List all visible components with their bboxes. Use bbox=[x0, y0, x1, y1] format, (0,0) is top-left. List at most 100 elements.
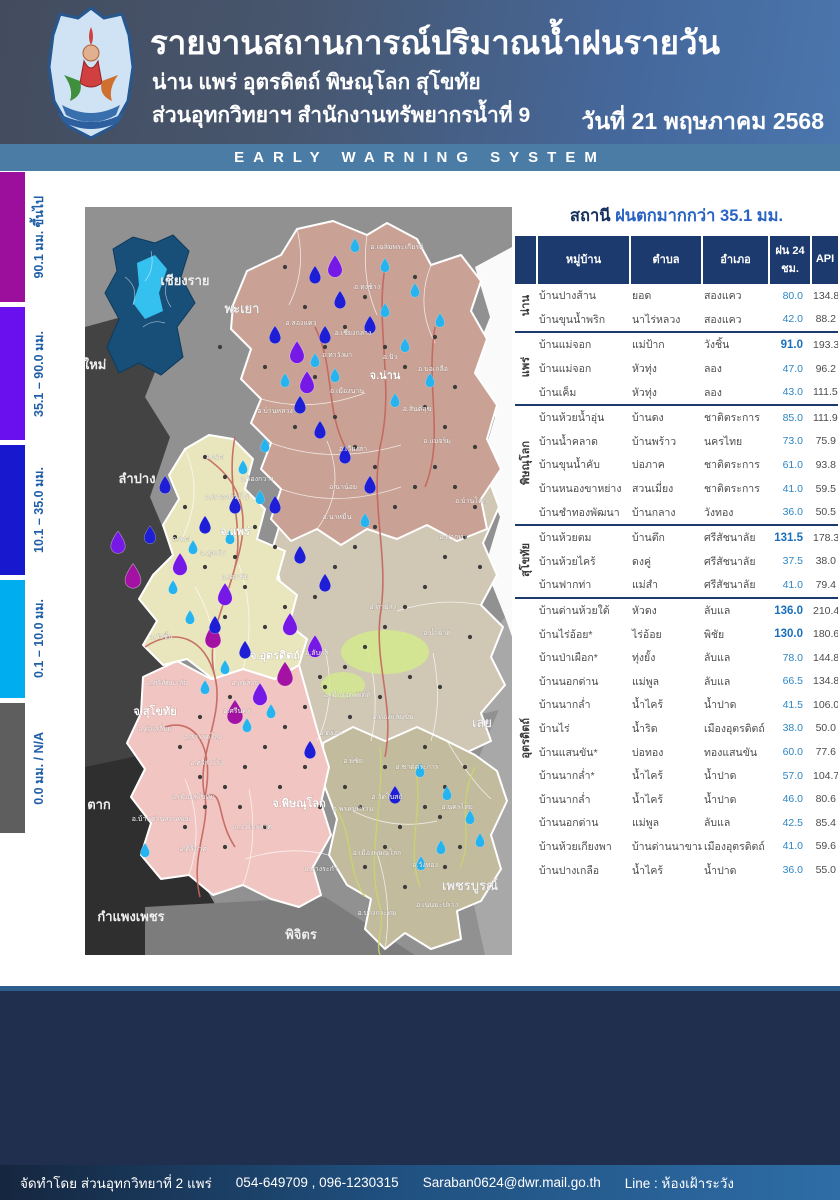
station-dot bbox=[238, 805, 242, 809]
legend-swatch bbox=[0, 703, 25, 833]
api-cell: 77.6 bbox=[811, 740, 838, 764]
station-dot bbox=[423, 745, 427, 749]
district-label: อ.ทองแสนขัน bbox=[372, 713, 414, 721]
station-dot bbox=[313, 375, 317, 379]
table-row: บ้านหนองขาหย่างสวนเมี่ยงชาติตระการ41.059… bbox=[515, 477, 838, 501]
district-label: อ.บ้านโคก bbox=[455, 496, 487, 505]
station-dot bbox=[293, 425, 297, 429]
report-header: รายงานสถานการณ์ปริมาณน้ำฝนรายวัน น่าน แพ… bbox=[0, 0, 840, 144]
village-cell: บ้านนากล่ำ* bbox=[537, 764, 630, 788]
table-column-header: ตำบล bbox=[630, 236, 702, 283]
district-label: อ.ท่าปลา bbox=[369, 604, 396, 611]
tambon-cell: หัวทุ่ง bbox=[630, 357, 702, 381]
station-dot bbox=[463, 765, 467, 769]
station-dot bbox=[243, 765, 247, 769]
station-dot bbox=[383, 845, 387, 849]
legend-label: 90.1 มม. ขึ้นไป bbox=[26, 172, 52, 302]
rain24h-cell: 46.0 bbox=[769, 787, 811, 811]
legend-label: 10.1 – 35.0 มม. bbox=[26, 445, 52, 575]
station-dot bbox=[223, 785, 227, 789]
table-row: บ้านแม่จอกหัวทุ่งลอง47.096.2 bbox=[515, 357, 838, 381]
station-dot bbox=[178, 745, 182, 749]
village-cell: บ้านห้วยน้ำอุ่น bbox=[537, 405, 630, 430]
station-dot bbox=[183, 505, 187, 509]
rain24h-cell: 91.0 bbox=[769, 332, 811, 357]
tambon-cell: ไร่อ้อย bbox=[630, 622, 702, 646]
tambon-cell: น้ำไคร้ bbox=[630, 787, 702, 811]
station-dot bbox=[203, 805, 207, 809]
rain24h-cell: 41.0 bbox=[769, 477, 811, 501]
district-label: อ.ตรอน bbox=[319, 730, 343, 737]
province-group-label: อุตรดิตถ์ bbox=[515, 598, 537, 882]
station-dot bbox=[243, 585, 247, 589]
district-label: อ.เด่นชัย bbox=[222, 573, 249, 581]
rain24h-cell: 41.5 bbox=[769, 693, 811, 717]
tambon-cell: หัวดง bbox=[630, 598, 702, 623]
station-dot bbox=[263, 745, 267, 749]
station-dot bbox=[443, 865, 447, 869]
table-row: บ้านนอกด่านแม่พูลลับแล42.585.4 bbox=[515, 811, 838, 835]
station-dot bbox=[353, 545, 357, 549]
early-warning-banner: EARLY WARNING SYSTEM bbox=[0, 144, 840, 171]
district-label: อ.ลอง bbox=[172, 536, 190, 543]
amphoe-cell: น้ำปาด bbox=[702, 693, 769, 717]
province-label: จ.สุโขทัย bbox=[133, 704, 176, 719]
station-dot bbox=[403, 885, 407, 889]
table-row: บ้านแสนขัน*บ่อทองทองแสนขัน60.077.6 bbox=[515, 740, 838, 764]
station-dot bbox=[383, 765, 387, 769]
api-cell: 180.6 bbox=[811, 622, 838, 646]
station-dot bbox=[203, 565, 207, 569]
org-line: ส่วนอุทกวิทยาฯ สำนักงานทรัพยากรน้ำที่ 9 bbox=[152, 99, 582, 132]
station-dot bbox=[363, 865, 367, 869]
tambon-cell: สวนเมี่ยง bbox=[630, 477, 702, 501]
tambon-cell: บ่อภาค bbox=[630, 453, 702, 477]
village-cell: บ้านแม่จอก bbox=[537, 332, 630, 357]
table-row: อุตรดิตถ์บ้านด่านห้วยใต้หัวดงลับแล136.02… bbox=[515, 598, 838, 623]
rain24h-cell: 66.5 bbox=[769, 670, 811, 694]
rain24h-cell: 61.0 bbox=[769, 453, 811, 477]
table-row: บ้านขุนน้ำคับบ่อภาคชาติตระการ61.093.8 bbox=[515, 453, 838, 477]
table-row: บ้านห้วยเกียงพาบ้านด่านนาขามเมืองอุตรดิต… bbox=[515, 835, 838, 859]
tambon-cell: บ้านตึก bbox=[630, 525, 702, 550]
village-cell: บ้านชำทองพัฒนา bbox=[537, 500, 630, 525]
tambon-cell: ทุ่งยั้ง bbox=[630, 646, 702, 670]
station-dot bbox=[443, 425, 447, 429]
api-cell: 134.8 bbox=[811, 283, 838, 308]
station-dot bbox=[408, 675, 412, 679]
neighbor-province-label: เลย bbox=[472, 715, 492, 730]
footer-line-contact: Line : ห้องเฝ้าระวัง bbox=[625, 1172, 734, 1194]
api-cell: 59.6 bbox=[811, 835, 838, 859]
village-cell: บ้านห้วยตม bbox=[537, 525, 630, 550]
district-label: อ.นครไทย bbox=[441, 802, 473, 811]
district-label: อ.เวียงสา bbox=[339, 445, 367, 453]
district-label: อ.บ้านด่านลานหอย bbox=[132, 815, 191, 823]
station-dot bbox=[343, 325, 347, 329]
station-dot bbox=[433, 335, 437, 339]
village-cell: บ้านห้วยเกียงพา bbox=[537, 835, 630, 859]
district-label: อ.บางระกำ bbox=[304, 865, 338, 873]
table-row: บ้านห้วยไคร้ดงคู่ศรีสัชนาลัย37.538.0 bbox=[515, 550, 838, 574]
legend-label: 0.1 – 10.0 มม. bbox=[26, 580, 52, 698]
rain24h-cell: 37.5 bbox=[769, 550, 811, 574]
village-cell: บ้านเค็ม bbox=[537, 380, 630, 405]
footer-made-by: จัดทำโดย ส่วนอุทกวิทยาที่ 2 แพร่ bbox=[20, 1172, 212, 1194]
district-label: อ.เมืองสุโขทัย bbox=[172, 792, 214, 801]
table-row: บ้านเค็มหัวทุ่งลอง43.0111.5 bbox=[515, 380, 838, 405]
rain24h-cell: 42.5 bbox=[769, 811, 811, 835]
rain24h-cell: 130.0 bbox=[769, 622, 811, 646]
api-cell: 85.4 bbox=[811, 811, 838, 835]
amphoe-cell: ชาติตระการ bbox=[702, 453, 769, 477]
village-cell: บ้านแม่จอก bbox=[537, 357, 630, 381]
department-logo bbox=[44, 5, 138, 141]
api-cell: 93.8 bbox=[811, 453, 838, 477]
district-label: อ.สันติสุข bbox=[403, 405, 432, 413]
district-label: อ.คีรีมาศ bbox=[179, 845, 207, 853]
village-cell: บ้านหนองขาหย่าง bbox=[537, 477, 630, 501]
station-dot bbox=[323, 685, 327, 689]
api-cell: 88.2 bbox=[811, 308, 838, 333]
neighbor-province-label: เพชรบูรณ์ bbox=[442, 878, 498, 894]
amphoe-cell: ลับแล bbox=[702, 646, 769, 670]
village-cell: บ้านป่าเผือก* bbox=[537, 646, 630, 670]
rain24h-cell: 78.0 bbox=[769, 646, 811, 670]
station-dot bbox=[348, 715, 352, 719]
